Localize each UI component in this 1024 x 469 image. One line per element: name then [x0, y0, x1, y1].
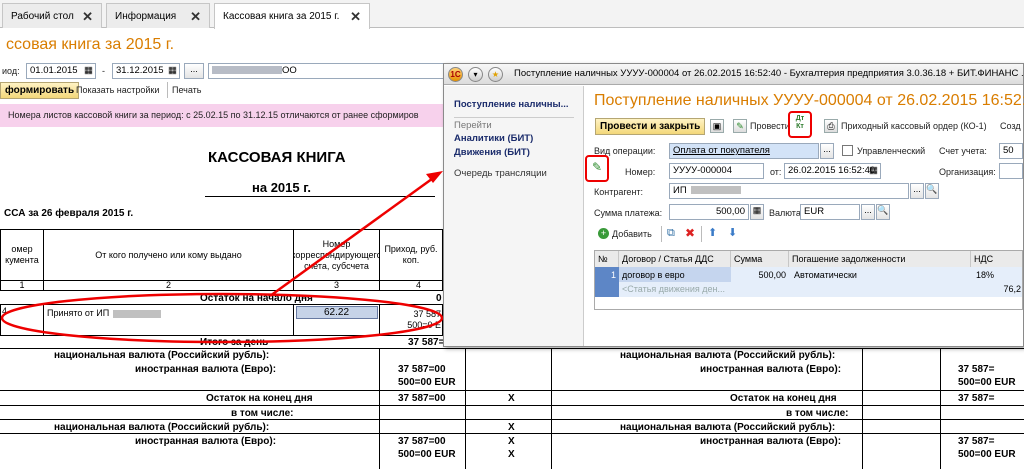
payment-dialog: 1С ▾ ★ Поступление наличных УУУУ-000004 … — [443, 63, 1024, 347]
dialog-titlebar: 1С ▾ ★ Поступление наличных УУУУ-000004 … — [444, 64, 1023, 85]
table-row[interactable]: 1 договор в евро <Статья движения ден...… — [595, 267, 1022, 297]
grid-header: Погашение задолженности — [789, 251, 971, 267]
contractor-label: Контрагент: — [594, 187, 644, 197]
dt-kt-icon[interactable]: Дт Кт — [792, 115, 808, 133]
divider — [661, 226, 662, 242]
row-vat[interactable]: 18% — [973, 267, 1022, 282]
create-based-button[interactable]: Созд — [1000, 121, 1021, 131]
dialog-title: Поступление наличных УУУУ-000004 от 26.0… — [514, 68, 1023, 79]
annotation-arrow — [269, 174, 437, 298]
row-contract[interactable]: договор в евро — [619, 267, 731, 282]
post-and-close-button[interactable]: Провести и закрыть — [595, 118, 706, 135]
star-icon[interactable]: ★ — [488, 67, 503, 82]
date-from-label: от: — [770, 167, 782, 177]
post-button[interactable]: Провести — [750, 121, 790, 131]
nav-panel: Поступление наличны... Перейти Аналитики… — [444, 86, 584, 346]
save-icon[interactable]: ▣ — [710, 119, 724, 133]
number-field[interactable]: УУУУ-000004 — [669, 163, 764, 179]
delete-icon[interactable]: ✖ — [685, 226, 695, 240]
copy-icon[interactable]: ⧉ — [667, 227, 675, 240]
managerial-checkbox[interactable] — [842, 145, 853, 156]
search-icon[interactable]: 🔍 — [925, 183, 939, 199]
grid-header: № — [595, 251, 619, 267]
currency-label: Валюта: — [769, 208, 804, 218]
annotation-ellipse — [0, 292, 444, 344]
calendar-icon[interactable]: ▦ — [869, 165, 878, 176]
account-label: Счет учета: — [939, 146, 987, 156]
add-icon[interactable]: + — [598, 228, 609, 239]
number-label: Номер: — [625, 167, 656, 177]
menu-icon[interactable]: ▾ — [468, 67, 483, 82]
sum-label: Сумма платежа: — [594, 208, 663, 218]
row-sum[interactable]: 500,00 — [731, 267, 789, 282]
sum-field[interactable]: 500,00 — [669, 204, 749, 220]
nav-item-analytics[interactable]: Аналитики (БИТ) — [454, 133, 533, 144]
account-field[interactable]: 50 — [999, 143, 1023, 159]
nav-item-movements[interactable]: Движения (БИТ) — [454, 147, 530, 158]
app-logo-icon: 1С — [448, 67, 463, 82]
row-number: 1 — [595, 267, 619, 297]
document-title: Поступление наличных УУУУ-000004 от 26.0… — [594, 92, 1024, 109]
nav-goto-label: Перейти — [454, 120, 492, 131]
move-up-icon[interactable]: ⬆ — [708, 226, 717, 239]
grid-header: НДС — [971, 251, 1022, 267]
row-vat-amount: 76,2 — [1003, 284, 1021, 294]
nav-item-main[interactable]: Поступление наличны... — [454, 99, 569, 110]
currency-field[interactable]: EUR — [800, 204, 860, 220]
currency-select-button[interactable]: ... — [861, 204, 875, 220]
managerial-label: Управленческий — [857, 146, 926, 156]
row-article[interactable]: <Статья движения ден... — [619, 282, 731, 297]
date-value: 26.02.2015 16:52:40 — [788, 165, 876, 176]
divider — [701, 226, 702, 242]
divider — [454, 117, 574, 118]
grid-header: Договор / Статья ДДС — [619, 251, 731, 267]
operation-select-button[interactable]: ... — [820, 143, 834, 159]
row-repayment[interactable]: Автоматически — [791, 267, 971, 282]
calculator-icon[interactable]: ▦ — [750, 204, 764, 220]
payment-grid: № Договор / Статья ДДС Сумма Погашение з… — [594, 250, 1023, 310]
blurred-text — [690, 186, 741, 195]
date-field[interactable]: 26.02.2015 16:52:40 ▦ — [784, 163, 881, 179]
contractor-select-button[interactable]: ... — [910, 183, 924, 199]
post-icon[interactable]: ✎ — [733, 119, 747, 133]
add-button[interactable]: Добавить — [612, 229, 652, 239]
search-icon[interactable]: 🔍 — [876, 204, 890, 220]
grid-header: Сумма — [731, 251, 789, 267]
print-icon[interactable]: ⎙ — [824, 119, 838, 133]
edit-number-icon[interactable]: ✎ — [589, 160, 605, 176]
move-down-icon[interactable]: ⬇ — [728, 226, 737, 239]
cash-order-button[interactable]: Приходный кассовый ордер (КО-1) — [841, 121, 987, 131]
operation-field[interactable]: Оплата от покупателя — [669, 143, 819, 159]
organization-label: Организация: — [939, 167, 996, 177]
contractor-field[interactable]: ИП — [669, 183, 909, 199]
nav-item-queue[interactable]: Очередь трансляции — [454, 168, 547, 179]
organization-field[interactable] — [999, 163, 1023, 179]
contractor-value: ИП — [673, 185, 687, 196]
